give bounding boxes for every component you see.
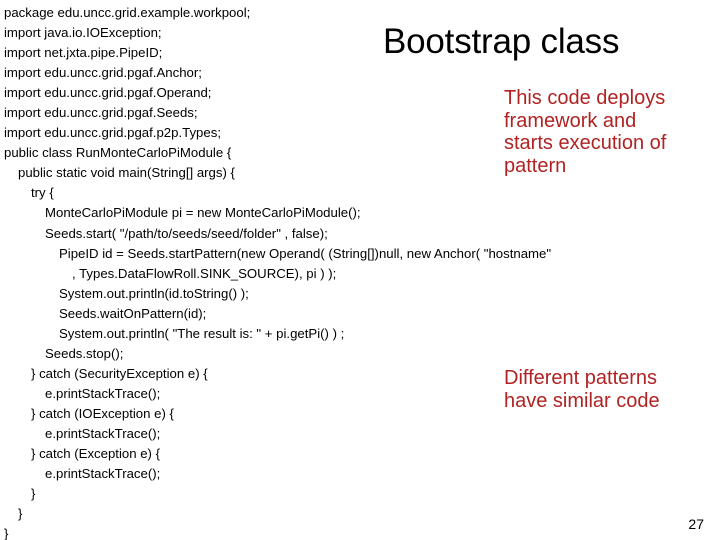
code-line: , Types.DataFlowRoll.SINK_SOURCE), pi ) … — [72, 265, 337, 281]
code-line: Seeds.stop(); — [45, 345, 124, 361]
code-line: try { — [31, 185, 54, 201]
code-line: import net.jxta.pipe.PipeID; — [4, 45, 163, 61]
code-listing: package edu.uncc.grid.example.workpool; i… — [0, 3, 660, 540]
callout-different-patterns: Different patterns have similar code — [504, 367, 716, 412]
code-line: System.out.println( "The result is: " + … — [59, 325, 345, 341]
code-line: } — [31, 486, 36, 502]
code-line: import java.io.IOException; — [4, 25, 162, 41]
code-line: System.out.println(id.toString() ); — [59, 285, 249, 301]
code-line: e.printStackTrace(); — [45, 466, 161, 482]
callout-line: have similar code — [504, 389, 660, 412]
presentation-slide: Bootstrap class package edu.uncc.grid.ex… — [0, 0, 720, 540]
callout-line: pattern — [504, 154, 567, 177]
callout-line: This code deploys — [504, 87, 666, 109]
code-line: e.printStackTrace(); — [45, 425, 161, 441]
page-number: 27 — [688, 516, 704, 532]
code-line: PipeID id = Seeds.startPattern(new Opera… — [59, 245, 552, 261]
code-line: } — [18, 506, 23, 522]
callout-line: framework and — [504, 109, 637, 132]
code-line: Seeds.start( "/path/to/seeds/seed/folder… — [45, 225, 328, 241]
callout-line: starts execution of — [504, 132, 667, 154]
callout-code-deploys: This code deploys framework and starts exe… — [504, 87, 716, 177]
code-line: } — [4, 526, 9, 540]
code-line: } catch (Exception e) { — [31, 446, 161, 462]
code-line: package edu.uncc.grid.example.workpool; — [4, 5, 251, 20]
code-line: Seeds.waitOnPattern(id); — [59, 305, 207, 321]
code-line: import edu.uncc.grid.pgaf.Anchor; — [4, 65, 202, 81]
code-line: MonteCarloPiModule pi = new MonteCarloPi… — [45, 205, 361, 221]
callout-line: Different patterns — [504, 367, 658, 389]
